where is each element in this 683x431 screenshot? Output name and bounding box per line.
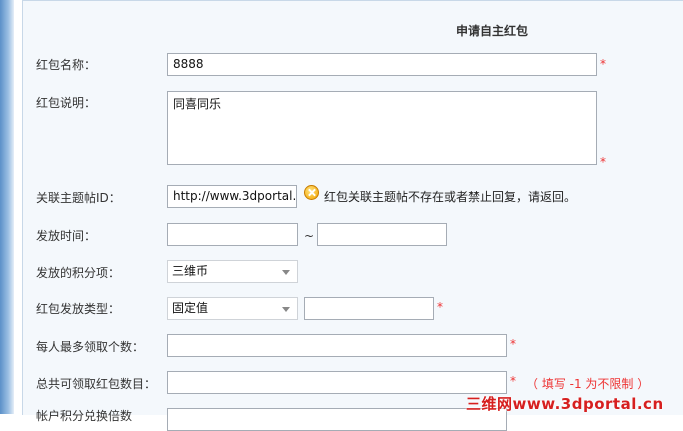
points-selected-value: 三维币: [172, 264, 209, 278]
required-mark-type: *: [437, 300, 443, 314]
total-hint: （ 填写 -1 为不限制 ）: [526, 377, 650, 391]
type-value-input[interactable]: [304, 297, 434, 320]
chevron-down-icon: [282, 270, 290, 275]
total-input[interactable]: [167, 371, 507, 394]
label-total: 总共可领取红包数目：: [36, 377, 157, 391]
per-person-input[interactable]: [167, 334, 507, 357]
label-type: 红包发放类型：: [36, 302, 121, 316]
label-thread-id: 关联主题帖ID：: [36, 191, 121, 205]
watermark-logo: 三维网www.3dportal.cn: [466, 395, 664, 413]
name-input[interactable]: 8888: [167, 53, 597, 76]
thread-id-input[interactable]: http://www.3dportal.: [167, 185, 297, 208]
label-partial: 帐户积分兑换倍数: [36, 409, 133, 423]
required-mark-total: *: [510, 374, 516, 388]
chevron-down-icon: [282, 307, 290, 312]
required-mark-per-person: *: [510, 337, 516, 351]
label-points: 发放的积分项：: [36, 266, 121, 280]
type-select[interactable]: 固定值: [167, 297, 298, 320]
required-mark-description: *: [600, 155, 606, 169]
page-title: 申请自主红包: [456, 24, 529, 38]
label-per-person: 每人最多领取个数：: [36, 340, 145, 354]
end-time-input[interactable]: [317, 223, 447, 246]
description-textarea[interactable]: 同喜同乐: [167, 91, 597, 165]
partial-input[interactable]: [167, 408, 507, 431]
label-name: 红包名称：: [36, 58, 97, 72]
error-icon: [304, 185, 319, 200]
time-separator: ~: [304, 229, 315, 243]
start-time-input[interactable]: [167, 223, 298, 246]
label-description: 红包说明：: [36, 96, 97, 110]
window-left-edge: [0, 0, 14, 414]
type-selected-value: 固定值: [172, 301, 209, 315]
points-select[interactable]: 三维币: [167, 260, 298, 283]
required-mark-name: *: [600, 57, 606, 71]
thread-id-error: 红包关联主题帖不存在或者禁止回复，请返回。: [324, 190, 577, 204]
label-time: 发放时间：: [36, 229, 97, 243]
